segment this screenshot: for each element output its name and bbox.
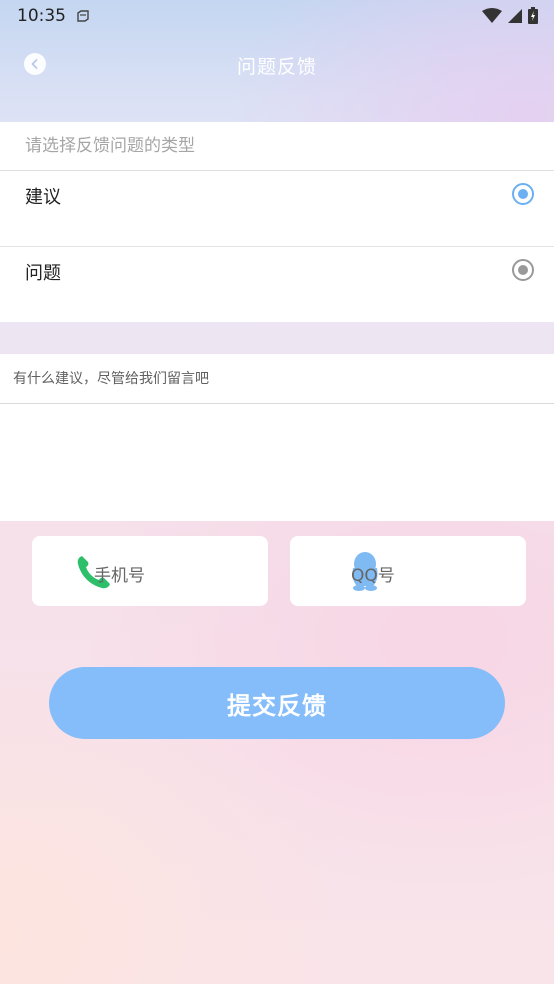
feedback-type-prompt: 请选择反馈问题的类型 [0,122,554,171]
phone-placeholder: 手机号 [94,566,145,586]
submit-feedback-button[interactable]: 提交反馈 [49,667,505,739]
status-time: 10:35 [17,6,66,26]
radio-selected-icon[interactable] [512,183,534,205]
qq-placeholder: QQ号 [351,566,395,586]
status-bar: 10:35 [0,0,554,32]
radio-unselected-icon[interactable] [512,259,534,281]
option-label: 问题 [25,263,61,284]
option-problem[interactable]: 问题 [0,247,554,322]
message-input[interactable] [0,354,554,404]
wifi-icon [482,7,502,28]
message-box [0,354,554,521]
feedback-type-card: 请选择反馈问题的类型 建议 问题 [0,122,554,322]
option-label: 建议 [25,187,61,208]
notification-app-icon [76,8,90,27]
signal-icon [507,8,523,28]
qq-field[interactable]: QQ号 [290,536,526,606]
option-suggestion[interactable]: 建议 [0,171,554,247]
page-title: 问题反馈 [236,56,317,78]
phone-field[interactable]: 手机号 [32,536,268,606]
battery-icon [528,7,538,28]
nav-bar: 问题反馈 [0,40,554,88]
